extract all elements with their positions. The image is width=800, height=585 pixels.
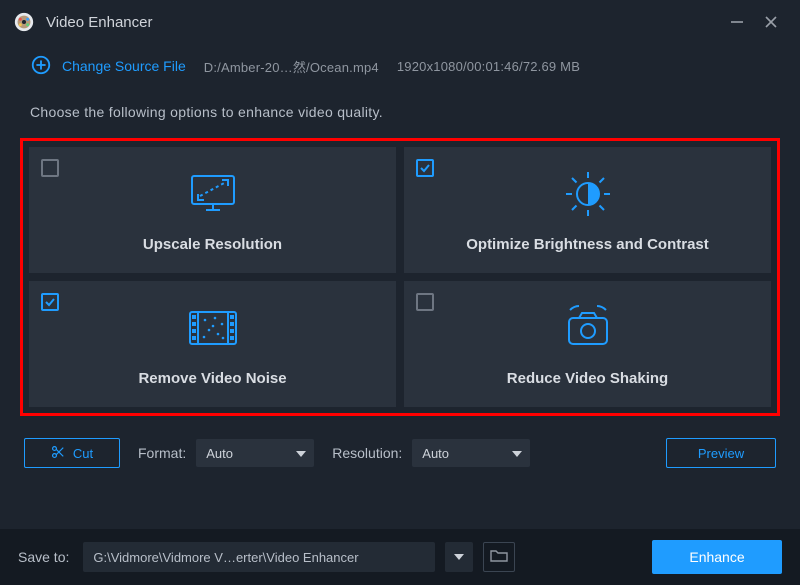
folder-icon (490, 548, 508, 567)
options-grid: Upscale Resolution (29, 147, 771, 407)
minimize-button[interactable] (720, 5, 754, 39)
option-label: Reduce Video Shaking (507, 370, 668, 387)
cut-button[interactable]: Cut (24, 438, 120, 468)
option-reduce-shaking[interactable]: Reduce Video Shaking (404, 281, 771, 407)
scissors-icon (51, 445, 65, 462)
chevron-down-icon (512, 446, 522, 461)
app-window: Video Enhancer Change Source File D:/Amb… (0, 0, 800, 585)
save-bar: Save to: G:\Vidmore\Vidmore V…erter\Vide… (0, 529, 800, 585)
instruction-text: Choose the following options to enhance … (0, 88, 800, 138)
format-field: Format: Auto (138, 439, 314, 467)
format-label: Format: (138, 445, 186, 461)
close-button[interactable] (754, 5, 788, 39)
chevron-down-icon (296, 446, 306, 461)
camera-stabilize-icon (559, 302, 617, 354)
app-logo-icon (12, 10, 36, 34)
option-label: Optimize Brightness and Contrast (466, 236, 709, 253)
change-source-label: Change Source File (62, 58, 186, 74)
source-meta: 1920x1080/00:01:46/72.69 MB (397, 59, 580, 74)
enhance-label: Enhance (689, 549, 744, 565)
resolution-select[interactable]: Auto (412, 439, 530, 467)
option-remove-noise[interactable]: Remove Video Noise (29, 281, 396, 407)
resolution-label: Resolution: (332, 445, 402, 461)
controls-row: Cut Format: Auto Resolution: Auto Previe… (0, 416, 800, 468)
source-row: Change Source File D:/Amber-20…然/Ocean.m… (0, 44, 800, 88)
source-path: D:/Amber-20…然/Ocean.mp4 (204, 57, 379, 76)
browse-folder-button[interactable] (483, 542, 515, 572)
plus-circle-icon (30, 54, 52, 79)
resolution-value: Auto (422, 446, 449, 461)
brightness-icon (559, 168, 617, 220)
change-source-button[interactable]: Change Source File (30, 54, 186, 79)
checkbox-upscale[interactable] (41, 159, 59, 177)
preview-button[interactable]: Preview (666, 438, 776, 468)
checkbox-shaking[interactable] (416, 293, 434, 311)
option-label: Upscale Resolution (143, 236, 282, 253)
window-title: Video Enhancer (46, 14, 720, 31)
format-value: Auto (206, 446, 233, 461)
format-select[interactable]: Auto (196, 439, 314, 467)
save-path-dropdown[interactable] (445, 542, 473, 572)
checkbox-noise[interactable] (41, 293, 59, 311)
preview-label: Preview (698, 446, 744, 461)
save-path-text: G:\Vidmore\Vidmore V…erter\Video Enhance… (93, 550, 358, 565)
cut-label: Cut (73, 446, 93, 461)
option-optimize-brightness[interactable]: Optimize Brightness and Contrast (404, 147, 771, 273)
monitor-upscale-icon (186, 168, 240, 220)
film-noise-icon (185, 302, 241, 354)
options-highlight-frame: Upscale Resolution (20, 138, 780, 416)
resolution-field: Resolution: Auto (332, 439, 530, 467)
option-upscale-resolution[interactable]: Upscale Resolution (29, 147, 396, 273)
checkbox-brightness[interactable] (416, 159, 434, 177)
save-path-display[interactable]: G:\Vidmore\Vidmore V…erter\Video Enhance… (83, 542, 435, 572)
title-bar: Video Enhancer (0, 0, 800, 44)
option-label: Remove Video Noise (138, 370, 286, 387)
save-to-label: Save to: (18, 549, 69, 565)
enhance-button[interactable]: Enhance (652, 540, 782, 574)
